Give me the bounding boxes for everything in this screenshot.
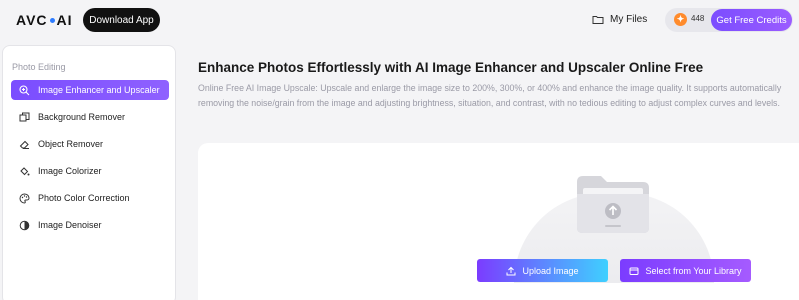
sidebar-item-label: Image Denoiser — [38, 220, 102, 230]
sidebar-item-label: Image Colorizer — [38, 166, 102, 176]
my-files-link[interactable]: My Files — [592, 11, 647, 27]
page-description: Online Free AI Image Upscale: Upscale an… — [198, 83, 782, 108]
paint-bucket-icon — [20, 166, 30, 175]
select-library-label: Select from Your Library — [645, 265, 742, 276]
sidebar-item-image-denoiser[interactable]: Image Denoiser — [11, 215, 169, 235]
palette-icon — [19, 192, 30, 204]
sidebar-heading: Photo Editing — [12, 62, 66, 72]
logo-text-right: AI — [56, 12, 73, 28]
upload-image-button[interactable]: Upload Image — [477, 259, 608, 282]
select-from-library-button[interactable]: Select from Your Library — [620, 259, 751, 282]
page-title: Enhance Photos Effortlessly with AI Imag… — [198, 60, 704, 75]
eraser-icon — [19, 140, 29, 149]
my-files-label: My Files — [610, 13, 648, 25]
sidebar-item-image-enhancer[interactable]: Image Enhancer and Upscaler — [11, 80, 169, 100]
logo-text-left: AVC — [16, 12, 48, 28]
avc-ai-logo[interactable]: AVC AI — [16, 12, 73, 28]
zoom-in-icon — [19, 84, 30, 95]
sidebar: Photo Editing Image Enhancer and Upscale… — [2, 45, 176, 300]
half-circle-icon — [19, 220, 30, 230]
top-header: AVC AI Download App My Files ✦ 448 Get F… — [0, 0, 799, 40]
library-icon — [629, 267, 639, 275]
download-app-button[interactable]: Download App — [83, 8, 160, 32]
upload-image-label: Upload Image — [522, 265, 579, 276]
get-free-credits-button[interactable]: Get Free Credits — [711, 9, 792, 31]
folder-outline-icon — [592, 15, 604, 24]
sidebar-item-label: Photo Color Correction — [38, 193, 130, 203]
folder-upload-icon — [577, 176, 649, 233]
copy-layers-icon — [19, 112, 30, 121]
sidebar-item-label: Object Remover — [38, 139, 104, 149]
sidebar-item-label: Background Remover — [38, 112, 126, 122]
sidebar-item-label: Image Enhancer and Upscaler — [38, 85, 160, 95]
logo-dot — [49, 17, 55, 23]
credits-count: 448 — [691, 14, 705, 23]
sidebar-item-background-remover[interactable]: Background Remover — [11, 107, 169, 127]
sidebar-item-object-remover[interactable]: Object Remover — [11, 134, 169, 154]
credit-coin-icon: ✦ — [674, 13, 687, 26]
upload-icon — [506, 266, 516, 275]
sidebar-item-photo-color-correction[interactable]: Photo Color Correction — [11, 188, 169, 208]
sidebar-item-image-colorizer[interactable]: Image Colorizer — [11, 161, 169, 181]
